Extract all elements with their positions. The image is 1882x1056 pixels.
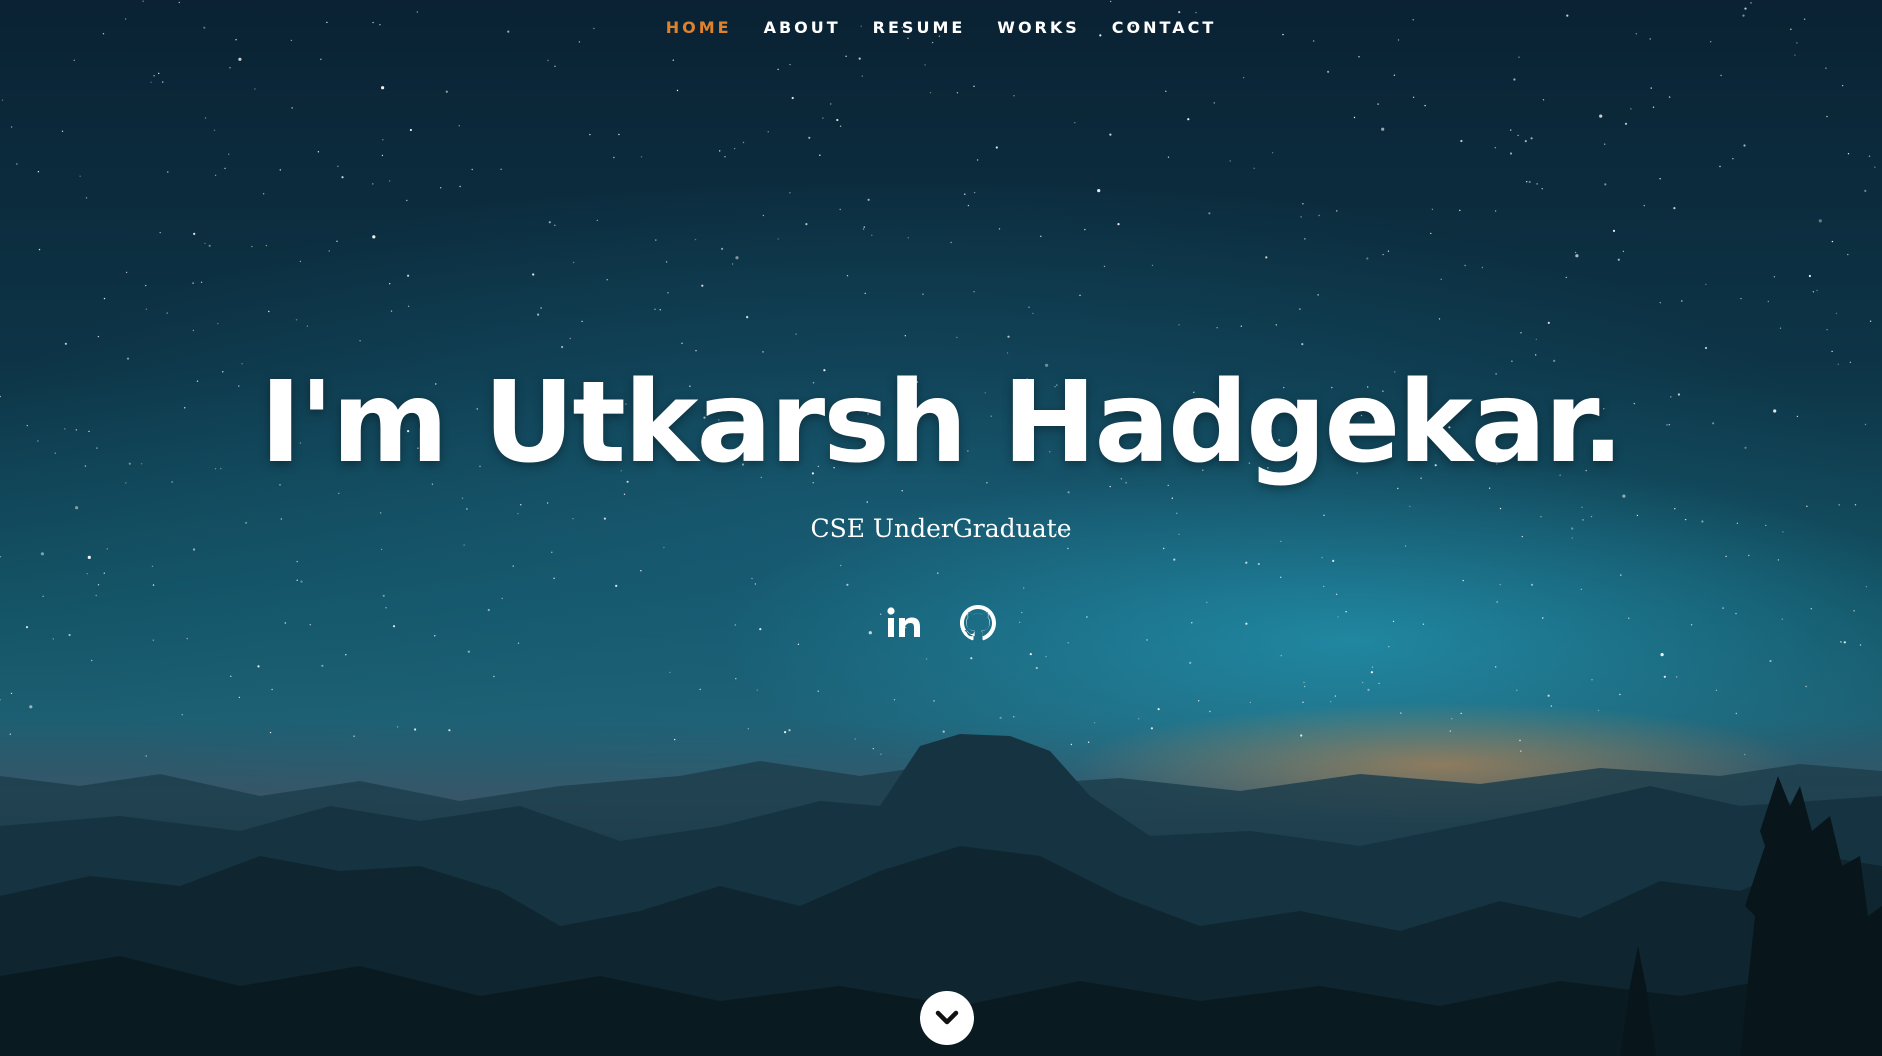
nav-item-resume[interactable]: RESUME bbox=[857, 18, 982, 37]
linkedin-icon[interactable] bbox=[884, 603, 924, 643]
chevron-down-icon bbox=[935, 1010, 959, 1025]
hero-subtitle: CSE UnderGraduate bbox=[810, 514, 1072, 543]
github-icon[interactable] bbox=[958, 603, 998, 643]
hero-headline: I'm Utkarsh Hadgekar. bbox=[259, 358, 1624, 488]
nav-item-contact[interactable]: CONTACT bbox=[1096, 18, 1232, 37]
nav-item-works[interactable]: WORKS bbox=[981, 18, 1096, 37]
scroll-down-button[interactable] bbox=[920, 991, 974, 1045]
social-links bbox=[0, 603, 1882, 643]
nav-item-about[interactable]: ABOUT bbox=[748, 18, 857, 37]
main-nav: HOME ABOUT RESUME WORKS CONTACT bbox=[0, 18, 1882, 37]
hero-section: HOME ABOUT RESUME WORKS CONTACT I'm Utka… bbox=[0, 0, 1882, 1056]
nav-item-home[interactable]: HOME bbox=[650, 18, 748, 37]
